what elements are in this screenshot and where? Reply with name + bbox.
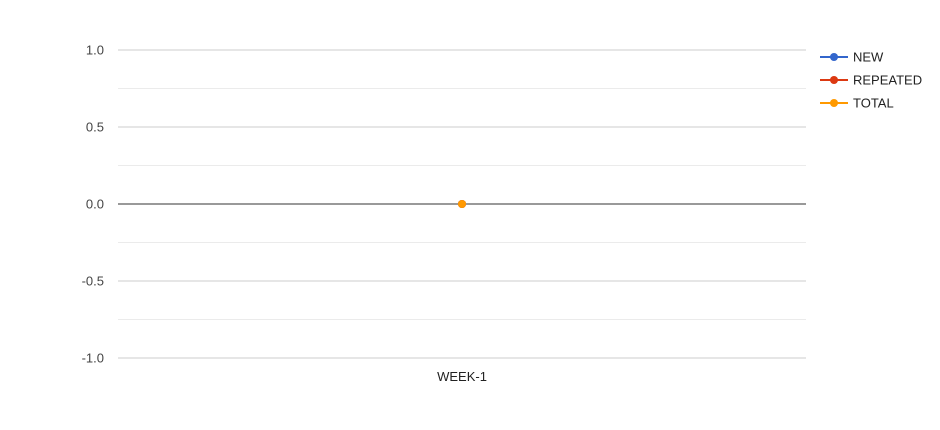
legend-swatch-marker [830, 53, 838, 61]
legend-label[interactable]: NEW [853, 50, 884, 65]
legend-label[interactable]: TOTAL [853, 96, 894, 111]
legend-label[interactable]: REPEATED [853, 73, 922, 88]
y-tick-label: -1.0 [82, 351, 104, 366]
x-tick-label: WEEK-1 [437, 369, 487, 384]
legend-swatch-marker [830, 99, 838, 107]
series-group [458, 200, 466, 208]
x-axis-ticks: WEEK-1 [437, 369, 487, 384]
data-point[interactable] [458, 200, 466, 208]
line-chart: 1.0 0.5 0.0 -0.5 -1.0 WEEK-1 NEW REPEATED TOTA… [82, 43, 923, 385]
y-tick-label: 0.0 [86, 197, 104, 212]
y-axis-ticks: 1.0 0.5 0.0 -0.5 -1.0 [82, 43, 104, 366]
y-tick-label: -0.5 [82, 274, 104, 289]
y-tick-label: 0.5 [86, 120, 104, 135]
legend: NEW REPEATED TOTAL [820, 50, 922, 111]
y-tick-label: 1.0 [86, 43, 104, 58]
legend-swatch-marker [830, 76, 838, 84]
